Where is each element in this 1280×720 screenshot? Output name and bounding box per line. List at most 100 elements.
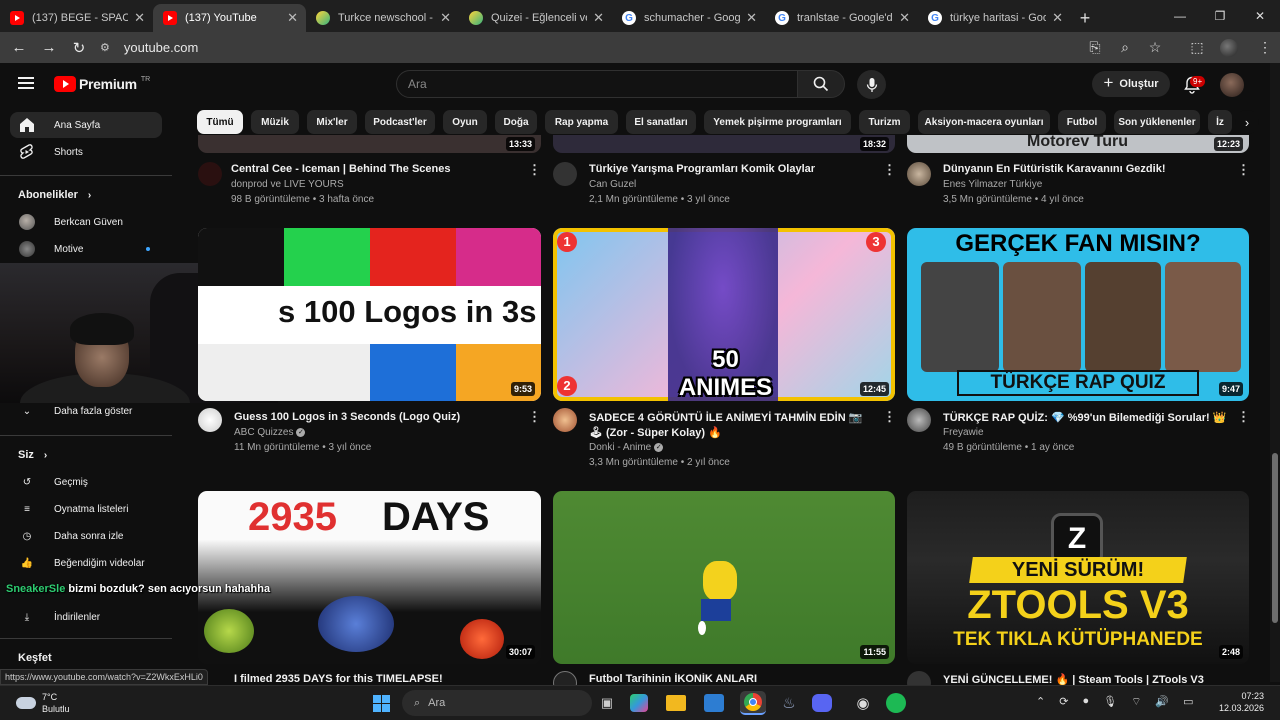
video-title[interactable]: I filmed 2935 DAYS for this TIMELAPSE! <box>234 673 524 685</box>
close-icon[interactable]: ✕ <box>746 10 757 26</box>
browser-tab-active[interactable]: (137) YouTube ✕ <box>153 4 306 32</box>
sidebar-item-history[interactable]: ↺ Geçmiş <box>10 469 162 495</box>
channel-name[interactable]: Freyawie <box>943 427 984 438</box>
sidebar-item-home[interactable]: Ana Sayfa <box>10 112 162 138</box>
sidebar-item-liked[interactable]: 👍 Beğendiğim videolar <box>10 550 162 576</box>
close-window-icon[interactable]: ✕ <box>1240 0 1280 32</box>
video-title[interactable]: SADECE 4 GÖRÜNTÜ İLE ANİMEYİ TAHMİN EDİN… <box>589 411 869 424</box>
chip[interactable]: Son yüklenenler <box>1114 110 1200 134</box>
page-scrollbar[interactable] <box>1270 63 1280 682</box>
copilot-icon[interactable] <box>630 694 648 712</box>
browser-tab[interactable]: Turkce newschool - T ✕ <box>306 4 459 32</box>
browser-tab[interactable]: Gtranlstae - Google'da ✕ <box>765 4 918 32</box>
chip[interactable]: Müzik <box>251 110 299 134</box>
video-title[interactable]: Dünyanın En Fütüristik Karavanını Gezdik… <box>943 163 1233 175</box>
chip[interactable]: El sanatları <box>626 110 696 134</box>
chip[interactable]: Aksiyon-macera oyunları <box>918 110 1050 134</box>
chip[interactable]: Mix'ler <box>307 110 357 134</box>
more-options-icon[interactable]: ⋮ <box>1237 410 1250 423</box>
chip[interactable]: İz <box>1208 110 1232 134</box>
video-title[interactable]: Türkiye Yarışma Programları Komik Olayla… <box>589 163 879 175</box>
more-options-icon[interactable]: ⋮ <box>528 410 541 423</box>
restore-icon[interactable]: ❐ <box>1200 0 1240 32</box>
windows-start-button[interactable] <box>368 691 394 715</box>
channel-avatar[interactable] <box>553 408 577 432</box>
file-explorer-icon[interactable] <box>666 695 686 711</box>
chip[interactable]: Turizm <box>859 110 910 134</box>
bookmark-star-icon[interactable]: ☆ <box>1140 33 1170 63</box>
create-button[interactable]: + Oluştur <box>1092 71 1170 97</box>
video-thumbnail[interactable]: Z YENİ SÜRÜM! ZTOOLS V3 TEK TIKLA KÜTÜPH… <box>907 491 1249 664</box>
voice-search-button[interactable] <box>857 70 886 99</box>
video-title[interactable]: TÜRKÇE RAP QUİZ: 💎 %99'un Bilemediği Sor… <box>943 411 1228 424</box>
channel-avatar[interactable] <box>198 408 222 432</box>
close-icon[interactable]: ✕ <box>899 10 910 26</box>
scrollbar-thumb[interactable] <box>1272 453 1278 623</box>
more-options-icon[interactable]: ⋮ <box>883 163 896 176</box>
more-options-icon[interactable]: ⋮ <box>528 163 541 176</box>
taskbar-search[interactable]: ⌕ Ara <box>402 690 592 716</box>
search-input[interactable]: Ara <box>396 70 798 98</box>
forward-icon[interactable]: → <box>34 33 64 63</box>
battery-icon[interactable]: ▭ <box>1183 695 1193 709</box>
channel-name[interactable]: Donki - Anime ✓ <box>589 442 664 453</box>
video-title[interactable]: Central Cee - Iceman | Behind The Scenes <box>231 163 521 175</box>
url-field[interactable]: ⚙ youtube.com <box>100 40 198 55</box>
browser-tab[interactable]: Quizei - Eğlenceli ve ✕ <box>459 4 612 32</box>
app-tray-icon[interactable]: ● <box>1082 695 1089 709</box>
channel-avatar[interactable] <box>553 162 577 186</box>
video-thumbnail[interactable]: Motorev Turu 12:23 <box>907 135 1249 153</box>
channel-avatar[interactable] <box>907 408 931 432</box>
chip[interactable]: Tümü <box>197 110 243 134</box>
weather-widget[interactable]: 7°C Bulutlu <box>16 691 70 715</box>
chevron-right-icon[interactable]: › <box>1235 110 1259 134</box>
account-avatar[interactable] <box>1220 73 1244 97</box>
sidebar-channel[interactable]: Motive <box>10 236 162 262</box>
video-thumbnail[interactable]: 13:33 <box>198 135 541 153</box>
browser-tab[interactable]: Gtürkye haritasi - Goo ✕ <box>918 4 1071 32</box>
chip[interactable]: Podcast'ler <box>365 110 435 134</box>
close-icon[interactable]: ✕ <box>440 10 451 26</box>
video-thumbnail[interactable]: GERÇEK FAN MISIN? TÜRKÇE RAP QUIZ 9:47 <box>907 228 1249 401</box>
video-thumbnail[interactable]: 11:55 <box>553 491 895 664</box>
subscriptions-header[interactable]: Abonelikler › <box>18 189 91 201</box>
zoom-icon[interactable]: ⌕ <box>1110 33 1140 63</box>
video-title[interactable]: Guess 100 Logos in 3 Seconds (Logo Quiz) <box>234 411 524 423</box>
more-options-icon[interactable]: ⋮ <box>883 410 896 423</box>
steam-icon[interactable]: ♨ <box>776 691 802 715</box>
wifi-icon[interactable]: ⌔ <box>1131 695 1141 709</box>
you-header[interactable]: Siz › <box>18 449 47 461</box>
sync-icon[interactable]: ⟳ <box>1059 695 1068 709</box>
clock[interactable]: 07:23 12.03.2026 <box>1219 690 1264 714</box>
task-view-icon[interactable]: ▣ <box>594 691 620 715</box>
search-button[interactable] <box>797 70 845 98</box>
close-icon[interactable]: ✕ <box>593 10 604 26</box>
chip[interactable]: Rap yapma <box>545 110 618 134</box>
spotify-icon[interactable] <box>886 693 906 713</box>
chrome-icon[interactable] <box>740 691 766 715</box>
video-title[interactable]: Futbol Tarihinin İKONİK ANLARI <box>589 673 879 685</box>
discord-icon[interactable] <box>812 694 832 712</box>
back-icon[interactable]: ← <box>4 33 34 63</box>
video-thumbnail[interactable]: 1 2 3 50 ANIMES 12:45 <box>553 228 895 401</box>
video-thumbnail[interactable]: 2935 DAYS 30:07 <box>198 491 541 664</box>
menu-kebab-icon[interactable]: ⋮ <box>1250 33 1280 63</box>
chip[interactable]: Doğa <box>495 110 537 134</box>
video-thumbnail[interactable]: 18:32 <box>553 135 895 153</box>
video-title-line2[interactable]: 🕹 (Zor - Süper Kolay) 🔥 <box>589 426 869 439</box>
browser-tab[interactable]: Gschumacher - Google ✕ <box>612 4 765 32</box>
channel-avatar[interactable] <box>198 162 222 186</box>
channel-avatar[interactable] <box>907 162 931 186</box>
profile-avatar[interactable] <box>1220 38 1238 57</box>
sidebar-item-downloads[interactable]: ⤓ İndirilenler <box>10 604 162 630</box>
sidebar-item-watch-later[interactable]: ◷ Daha sonra izle <box>10 523 162 549</box>
sidebar-item-playlists[interactable]: ≡ Oynatma listeleri <box>10 496 162 522</box>
video-thumbnail[interactable]: s 100 Logos in 3s 9:53 <box>198 228 541 401</box>
sidebar-channel[interactable]: Berkcan Güven <box>10 209 162 235</box>
channel-name[interactable]: Can Guzel <box>589 179 636 190</box>
chip[interactable]: Yemek pişirme programları <box>704 110 851 134</box>
sidebar-item-shorts[interactable]: Shorts <box>10 139 162 165</box>
mail-icon[interactable] <box>704 694 724 712</box>
reload-icon[interactable]: ↻ <box>64 33 94 63</box>
extensions-icon[interactable]: ⬚ <box>1182 33 1212 63</box>
